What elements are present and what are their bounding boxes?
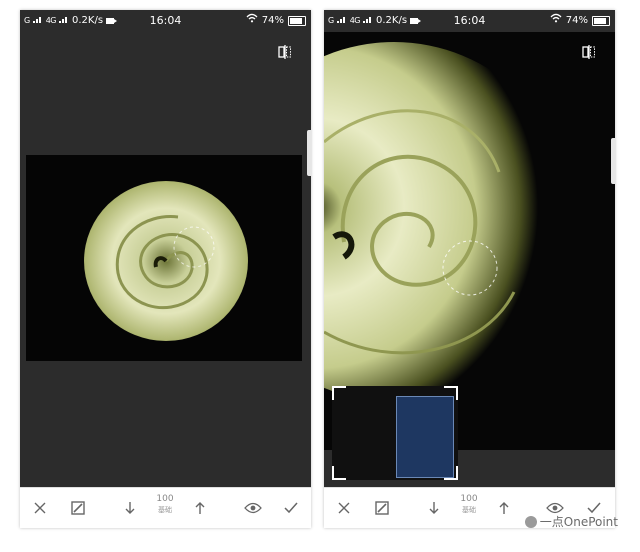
clock: 16:04 [453, 14, 486, 27]
brush-value-label: 基础 [158, 506, 172, 514]
battery-percent: 74% [565, 15, 588, 26]
rose-photo[interactable] [26, 155, 302, 361]
brush-value-number: 100 [460, 494, 478, 504]
battery-icon [592, 16, 610, 26]
status-bar: G 4G 0.2K/s 16:04 74% [20, 10, 311, 32]
compare-icon[interactable] [581, 44, 597, 60]
compare-icon[interactable] [277, 44, 293, 60]
brush-value: 100 基础 [150, 494, 180, 516]
watermark: 一点OnePoint [524, 513, 618, 530]
close-icon[interactable] [332, 488, 356, 528]
close-icon[interactable] [28, 488, 52, 528]
phone-screen-right: G 4G 0.2K/s 16:04 74% 100 基础 [324, 10, 615, 528]
drawer-handle[interactable] [611, 138, 615, 184]
eye-icon[interactable] [240, 488, 266, 528]
viewport-selection[interactable] [396, 396, 454, 478]
wifi-icon [246, 10, 258, 32]
crop-corner-top-left [332, 386, 346, 400]
arrow-down-icon[interactable] [422, 488, 446, 528]
crop-corner-bottom-left [332, 466, 346, 480]
clock: 16:04 [149, 14, 182, 27]
battery-percent: 74% [261, 15, 284, 26]
wifi-icon [550, 10, 562, 32]
battery-icon [288, 16, 306, 26]
drawer-handle[interactable] [307, 130, 311, 176]
arrow-up-icon[interactable] [492, 488, 516, 528]
brush-value: 100 基础 [454, 494, 484, 516]
navigator-preview[interactable] [332, 386, 458, 480]
phone-screen-left: G 4G 0.2K/s 16:04 74% 100 基础 [20, 10, 311, 528]
watermark-logo-icon [524, 515, 537, 528]
arrow-down-icon[interactable] [118, 488, 142, 528]
watermark-text: 一点OnePoint [539, 515, 618, 529]
brush-value-label: 基础 [462, 506, 476, 514]
check-icon[interactable] [279, 488, 303, 528]
arrow-up-icon[interactable] [188, 488, 212, 528]
brush-icon[interactable] [370, 488, 394, 528]
brush-icon[interactable] [66, 488, 90, 528]
status-bar: G 4G 0.2K/s 16:04 74% [324, 10, 615, 32]
bottom-toolbar: 100 基础 [20, 487, 311, 528]
brush-value-number: 100 [156, 494, 174, 504]
